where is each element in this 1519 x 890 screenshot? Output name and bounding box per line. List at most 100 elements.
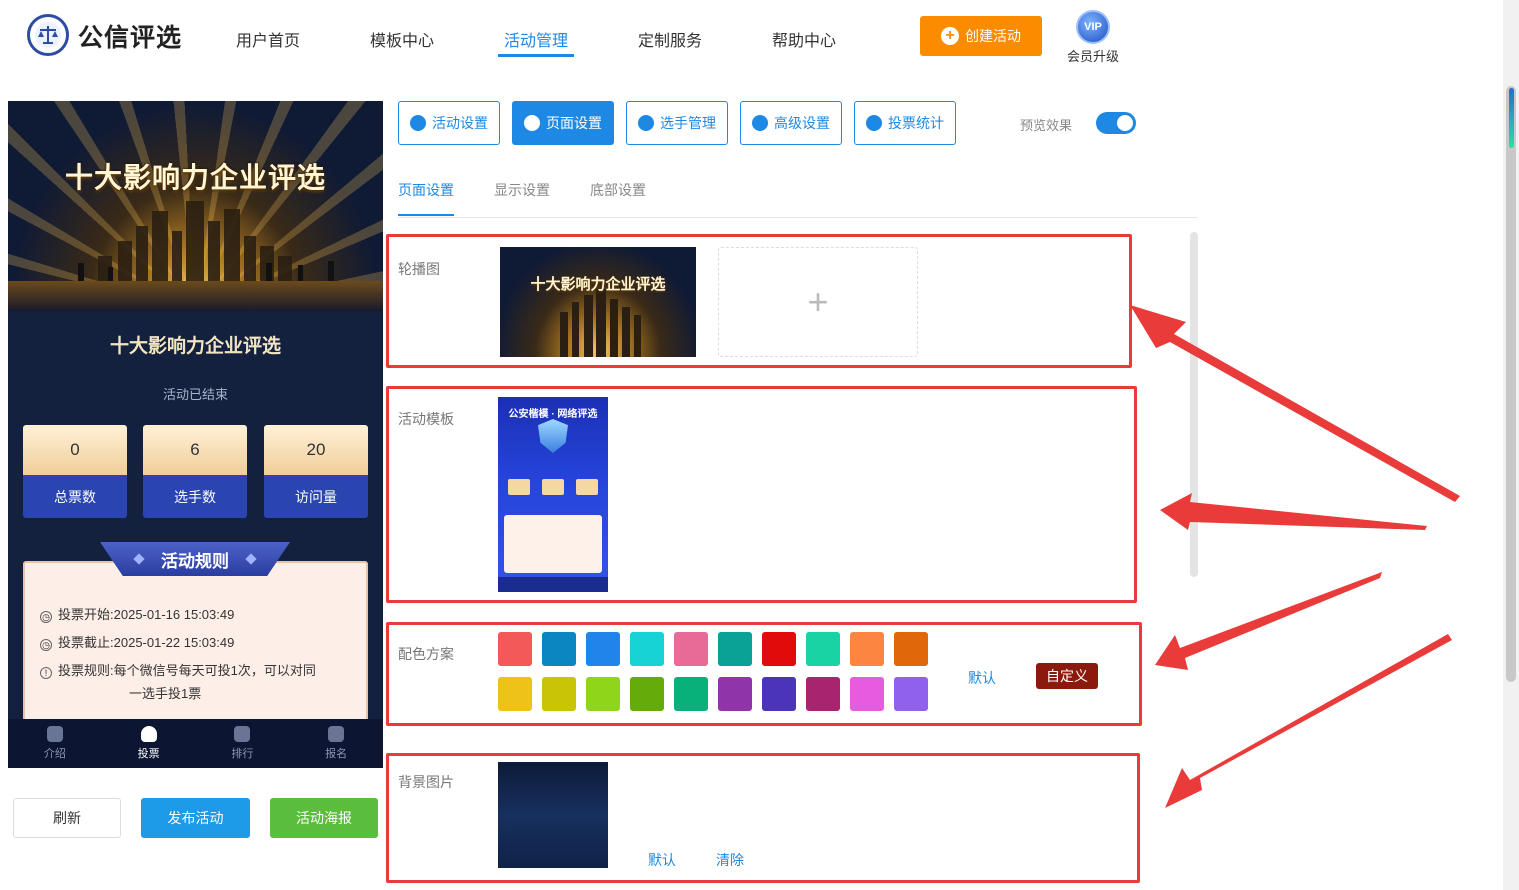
background-label: 背景图片 bbox=[398, 774, 454, 790]
stat-visits: 20 访问量 bbox=[264, 425, 368, 518]
vip-icon[interactable]: VIP bbox=[1076, 10, 1110, 44]
user-icon bbox=[328, 726, 345, 742]
color-swatch[interactable] bbox=[806, 632, 840, 666]
carousel-label: 轮播图 bbox=[398, 261, 440, 277]
nav-activity-management[interactable]: 活动管理 bbox=[504, 27, 568, 51]
subtab-active-indicator bbox=[398, 214, 454, 216]
publish-activity-button[interactable]: 发布活动 bbox=[141, 798, 250, 838]
color-swatch[interactable] bbox=[894, 677, 928, 711]
background-clear-link[interactable]: 清除 bbox=[716, 850, 744, 870]
preview-tabbar: 介绍 投票 排行 报名 bbox=[8, 719, 383, 768]
clock-icon: ◷ bbox=[40, 639, 52, 651]
color-swatch[interactable] bbox=[674, 677, 708, 711]
color-swatch[interactable] bbox=[630, 677, 664, 711]
create-activity-label: 创建活动 bbox=[965, 28, 1021, 44]
color-custom-button[interactable]: 自定义 bbox=[1036, 663, 1098, 689]
diamond-icon bbox=[133, 553, 145, 565]
nav-help-center[interactable]: 帮助中心 bbox=[772, 27, 836, 51]
color-swatch[interactable] bbox=[498, 632, 532, 666]
info-icon: ! bbox=[40, 667, 52, 679]
member-upgrade-link[interactable]: 会员升级 bbox=[1067, 46, 1119, 65]
color-swatch[interactable] bbox=[718, 677, 752, 711]
refresh-button[interactable]: 刷新 bbox=[13, 798, 121, 838]
color-swatch[interactable] bbox=[542, 677, 576, 711]
tab-page-settings[interactable]: 页面设置 bbox=[512, 101, 614, 145]
annotation-arrows bbox=[1130, 305, 1460, 808]
rule-description-continued: 一选手投1票 bbox=[129, 686, 202, 701]
users-icon bbox=[638, 115, 654, 131]
color-swatch[interactable] bbox=[542, 632, 576, 666]
page-scrollbar-accent bbox=[1509, 88, 1514, 148]
preview-activity-title: 十大影响力企业评选 bbox=[109, 336, 281, 357]
color-swatch[interactable] bbox=[630, 632, 664, 666]
color-swatch[interactable] bbox=[718, 632, 752, 666]
color-default-link[interactable]: 默认 bbox=[968, 668, 996, 688]
carousel-image[interactable]: 十大影响力企业评选 bbox=[500, 247, 696, 357]
template-thumbnail[interactable]: 公安楷模 · 网络评选 bbox=[498, 397, 608, 592]
nav-user-home[interactable]: 用户首页 bbox=[236, 27, 300, 51]
banner-title: 十大影响力企业评选 bbox=[64, 162, 326, 193]
preview-tab-intro[interactable]: 介绍 bbox=[8, 719, 102, 768]
thumb-stat bbox=[576, 479, 598, 495]
subtab-display-settings[interactable]: 显示设置 bbox=[494, 180, 550, 200]
rules-heading: 活动规则 bbox=[100, 542, 290, 576]
page-scrollbar-thumb[interactable] bbox=[1506, 86, 1516, 682]
stat-total-votes: 0 总票数 bbox=[23, 425, 127, 518]
preview-toggle[interactable] bbox=[1096, 112, 1136, 134]
rule-start: ◷ 投票开始:2025-01-16 15:03:49 bbox=[40, 604, 234, 626]
color-swatch[interactable] bbox=[850, 632, 884, 666]
preview-tab-vote[interactable]: 投票 bbox=[102, 719, 196, 768]
color-swatch[interactable] bbox=[586, 632, 620, 666]
shield-icon bbox=[140, 726, 157, 742]
stat-value: 20 bbox=[264, 425, 368, 475]
tab-vote-statistics[interactable]: 投票统计 bbox=[854, 101, 956, 145]
color-scheme-label: 配色方案 bbox=[398, 646, 454, 662]
stat-value: 0 bbox=[23, 425, 127, 475]
tab-advanced-settings[interactable]: 高级设置 bbox=[740, 101, 842, 145]
color-swatch[interactable] bbox=[850, 677, 884, 711]
activity-poster-button[interactable]: 活动海报 bbox=[270, 798, 378, 838]
color-swatch[interactable] bbox=[806, 677, 840, 711]
subtab-footer-settings[interactable]: 底部设置 bbox=[590, 180, 646, 200]
preview-banner: 十大影响力企业评选 bbox=[8, 101, 383, 311]
nav-custom-service[interactable]: 定制服务 bbox=[638, 27, 702, 51]
tab-activity-settings[interactable]: 活动设置 bbox=[398, 101, 500, 145]
clock-icon: ◷ bbox=[40, 611, 52, 623]
add-carousel-image-button[interactable]: + bbox=[718, 247, 918, 357]
preview-tab-signup[interactable]: 报名 bbox=[289, 719, 383, 768]
sliders-icon bbox=[752, 115, 768, 131]
rule-description: ! 投票规则:每个微信号每天可投1次，可以对同 bbox=[40, 660, 316, 682]
carousel-image-title: 十大影响力企业评选 bbox=[530, 276, 666, 293]
app-name: 公信评选 bbox=[78, 24, 183, 52]
color-swatch[interactable] bbox=[894, 632, 928, 666]
nav-active-indicator bbox=[498, 54, 574, 57]
background-image[interactable] bbox=[498, 762, 608, 868]
tab-contestant-management[interactable]: 选手管理 bbox=[626, 101, 728, 145]
city-skyline-graphic bbox=[78, 201, 334, 291]
color-swatch[interactable] bbox=[498, 677, 532, 711]
thumb-rules-card bbox=[504, 515, 602, 573]
nav-template-center[interactable]: 模板中心 bbox=[370, 27, 434, 51]
arrow-to-carousel bbox=[1130, 305, 1460, 502]
arrow-to-background bbox=[1165, 634, 1452, 808]
preview-tab-ranking[interactable]: 排行 bbox=[196, 719, 290, 768]
create-activity-button[interactable]: + 创建活动 bbox=[920, 16, 1042, 56]
gear-icon bbox=[524, 115, 540, 131]
color-swatch[interactable] bbox=[586, 677, 620, 711]
divider bbox=[398, 217, 1198, 218]
trophy-icon bbox=[46, 726, 63, 742]
color-swatch[interactable] bbox=[762, 632, 796, 666]
preview-toggle-label: 预览效果 bbox=[1020, 118, 1073, 133]
color-swatch[interactable] bbox=[674, 632, 708, 666]
thumb-stat bbox=[542, 479, 564, 495]
plus-circle-icon: + bbox=[941, 27, 959, 45]
stat-label: 选手数 bbox=[143, 475, 247, 518]
subtab-page-settings[interactable]: 页面设置 bbox=[398, 180, 454, 200]
arrow-to-template bbox=[1160, 493, 1427, 530]
thumb-tabbar bbox=[498, 577, 608, 592]
color-swatch[interactable] bbox=[762, 677, 796, 711]
app-logo[interactable] bbox=[27, 14, 69, 56]
background-default-link[interactable]: 默认 bbox=[648, 850, 676, 870]
mobile-preview: 十大影响力企业评选 十大影响力企业评选 活动已结束 0 总票数 6 选手数 20… bbox=[8, 101, 383, 768]
shield-icon bbox=[538, 419, 568, 453]
